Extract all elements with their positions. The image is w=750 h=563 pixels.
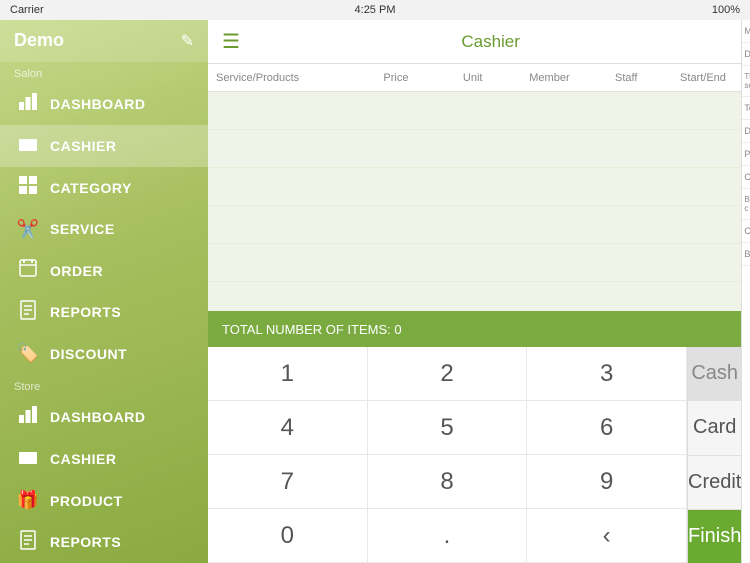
- key-backspace[interactable]: ‹: [527, 509, 687, 563]
- reports-salon-icon: [14, 300, 42, 325]
- credit-button[interactable]: Credit: [688, 456, 741, 510]
- sidebar-item-dashboard-store[interactable]: DASHBOARD: [0, 397, 208, 439]
- table-rows: [208, 92, 741, 311]
- col-service: Service/Products: [208, 72, 358, 84]
- hamburger-icon[interactable]: ☰: [222, 29, 240, 54]
- key-dot[interactable]: .: [368, 509, 528, 563]
- right-panel-ca: Ca: [742, 166, 750, 189]
- right-panel-mem: Mem: [742, 20, 750, 43]
- total-label: TOTAL NUMBER OF ITEMS:: [222, 322, 391, 337]
- keypad-area: 1 2 3 4 5 6 7 8 9 0 . ‹ Cash Card: [208, 347, 741, 563]
- order-icon: [14, 258, 42, 283]
- sidebar-item-label: CASHIER: [50, 451, 117, 467]
- sidebar-item-label: REPORTS: [50, 534, 121, 550]
- sidebar-item-service[interactable]: ✂️ SERVICE: [0, 208, 208, 250]
- key-3[interactable]: 3: [527, 347, 687, 401]
- sidebar-item-label: SERVICE: [50, 221, 115, 237]
- sidebar-item-label: CASHIER: [50, 138, 117, 154]
- table-area: Service/Products Price Unit Member Staff…: [208, 64, 741, 311]
- col-price: Price: [358, 72, 435, 84]
- sidebar-item-discount[interactable]: 🏷️ DISCOUNT: [0, 333, 208, 375]
- cashier-store-icon: [14, 446, 42, 471]
- sidebar-item-label: DASHBOARD: [50, 409, 146, 425]
- sidebar-item-label: ORDER: [50, 263, 103, 279]
- cash-button[interactable]: Cash: [688, 347, 741, 401]
- dashboard-salon-icon: [14, 92, 42, 117]
- sidebar-header: Demo ✎: [0, 20, 208, 62]
- col-unit: Unit: [434, 72, 511, 84]
- right-panel-byc: By c: [742, 189, 750, 220]
- product-icon: 🎁: [14, 490, 42, 511]
- app-title: Demo: [14, 30, 64, 51]
- key-0[interactable]: 0: [208, 509, 368, 563]
- service-icon: ✂️: [14, 219, 42, 240]
- sidebar-item-category[interactable]: CATEGORY: [0, 167, 208, 209]
- col-startend: Start/End: [665, 72, 742, 84]
- key-5[interactable]: 5: [368, 401, 528, 455]
- sidebar-item-label: CATEGORY: [50, 180, 132, 196]
- sidebar-item-product[interactable]: 🎁 PRODUCT: [0, 480, 208, 522]
- card-label: Card: [693, 416, 736, 439]
- right-panel-pay: Pay: [742, 143, 750, 166]
- total-count: 0: [394, 322, 401, 337]
- col-staff: Staff: [588, 72, 665, 84]
- credit-label: Credit: [688, 471, 741, 494]
- table-row: [208, 206, 741, 244]
- discount-icon: 🏷️: [14, 343, 42, 364]
- sidebar-item-cashier-store[interactable]: CASHIER: [0, 438, 208, 480]
- key-4[interactable]: 4: [208, 401, 368, 455]
- cashier-salon-icon: [14, 133, 42, 158]
- dashboard-store-icon: [14, 405, 42, 430]
- cash-label: Cash: [691, 362, 738, 385]
- top-bar: ☰ Cashier: [208, 20, 741, 64]
- right-panel-disc1: Disc: [742, 43, 750, 66]
- right-panel-the-serv: The serv: [742, 66, 750, 97]
- right-panel-disc2: Disc: [742, 120, 750, 143]
- carrier-label: Carrier: [10, 4, 44, 16]
- sidebar-item-label: DISCOUNT: [50, 346, 127, 362]
- reports-store-icon: [14, 530, 42, 555]
- status-bar: Carrier 4:25 PM 100%: [0, 0, 750, 20]
- sidebar: Demo ✎ Salon DASHBOARD CASHIER CATEGORY …: [0, 20, 208, 563]
- col-member: Member: [511, 72, 588, 84]
- keypad: 1 2 3 4 5 6 7 8 9 0 . ‹: [208, 347, 688, 563]
- salon-section-label: Salon: [0, 62, 208, 84]
- store-section-label: Store: [0, 375, 208, 397]
- time-label: 4:25 PM: [355, 4, 396, 16]
- table-row: [208, 244, 741, 282]
- key-8[interactable]: 8: [368, 455, 528, 509]
- finish-label: Finish: [688, 525, 741, 548]
- key-6[interactable]: 6: [527, 401, 687, 455]
- main-content: ☰ Cashier Service/Products Price Unit Me…: [208, 20, 741, 563]
- sidebar-item-label: REPORTS: [50, 304, 121, 320]
- sidebar-item-reports-salon[interactable]: REPORTS: [0, 291, 208, 333]
- app-wrapper: Demo ✎ Salon DASHBOARD CASHIER CATEGORY …: [0, 20, 750, 563]
- right-panel-bala: Bala: [742, 243, 750, 266]
- page-title: Cashier: [254, 32, 727, 52]
- right-panel-tot: Tot: [742, 97, 750, 120]
- right-panel: Mem Disc The serv Tot Disc Pay Ca By c C…: [741, 20, 750, 563]
- table-row: [208, 168, 741, 206]
- sidebar-item-reports-store[interactable]: REPORTS: [0, 521, 208, 563]
- category-icon: [14, 175, 42, 200]
- right-panel-cre: Cre: [742, 220, 750, 243]
- key-1[interactable]: 1: [208, 347, 368, 401]
- sidebar-item-dashboard-salon[interactable]: DASHBOARD: [0, 84, 208, 126]
- sidebar-item-cashier-salon[interactable]: CASHIER: [0, 125, 208, 167]
- card-button[interactable]: Card: [688, 401, 741, 455]
- key-9[interactable]: 9: [527, 455, 687, 509]
- sidebar-item-label: PRODUCT: [50, 493, 123, 509]
- battery-label: 100%: [712, 4, 740, 16]
- key-2[interactable]: 2: [368, 347, 528, 401]
- table-header: Service/Products Price Unit Member Staff…: [208, 64, 741, 92]
- payment-buttons: Cash Card Credit Finish: [688, 347, 741, 563]
- key-7[interactable]: 7: [208, 455, 368, 509]
- finish-button[interactable]: Finish: [688, 510, 741, 563]
- sidebar-item-order[interactable]: ORDER: [0, 250, 208, 292]
- edit-icon[interactable]: ✎: [181, 31, 194, 51]
- table-row: [208, 92, 741, 130]
- total-bar: TOTAL NUMBER OF ITEMS: 0: [208, 311, 741, 347]
- table-row: [208, 130, 741, 168]
- sidebar-item-label: DASHBOARD: [50, 96, 146, 112]
